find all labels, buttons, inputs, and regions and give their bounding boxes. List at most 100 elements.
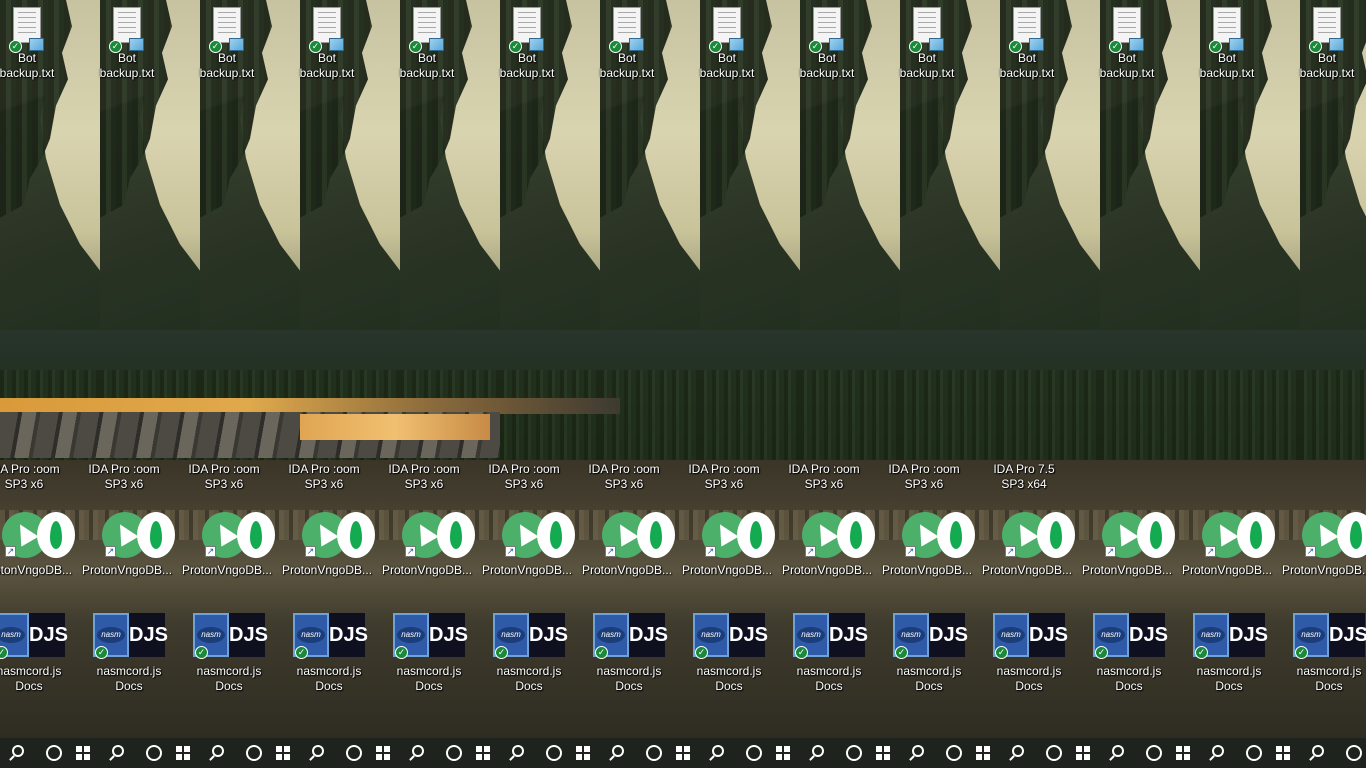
start-button[interactable] bbox=[969, 738, 999, 768]
search-button[interactable] bbox=[405, 738, 435, 768]
search-button[interactable] bbox=[1105, 738, 1135, 768]
cortana-button[interactable] bbox=[1139, 738, 1169, 768]
desktop-icon-ida-pro[interactable]: IDA Pro 7.5 SP3 x64 bbox=[976, 462, 1072, 492]
icon-label-wrapper: nasmcord.js Docs bbox=[781, 664, 877, 694]
desktop-icon-nasm-discordjs[interactable]: nasm DJS ✓ bbox=[793, 613, 893, 663]
start-button[interactable] bbox=[69, 738, 99, 768]
search-button[interactable] bbox=[505, 738, 535, 768]
desktop-icon-nasm-discordjs[interactable]: nasm DJS ✓ bbox=[993, 613, 1093, 663]
desktop-icon-protonvpn-mongodb[interactable]: ↗ bbox=[502, 512, 603, 560]
desktop-icon-protonvpn-mongodb[interactable]: ↗ bbox=[2, 512, 103, 560]
cortana-button[interactable] bbox=[639, 738, 669, 768]
desktop-icon-protonvpn-mongodb[interactable]: ↗ bbox=[1102, 512, 1203, 560]
search-button[interactable] bbox=[1005, 738, 1035, 768]
search-button[interactable] bbox=[905, 738, 935, 768]
search-button[interactable] bbox=[305, 738, 335, 768]
cortana-button[interactable] bbox=[239, 738, 269, 768]
desktop-icon-bot-backup[interactable]: ✓ Bot backup.txt bbox=[379, 0, 475, 81]
start-button[interactable] bbox=[1069, 738, 1099, 768]
desktop-icon-bot-backup[interactable]: ✓ Bot backup.txt bbox=[0, 0, 75, 81]
cortana-button[interactable] bbox=[339, 738, 369, 768]
cortana-button[interactable] bbox=[439, 738, 469, 768]
desktop-icon-ida-pro[interactable]: IDA Pro :oom SP3 x6 bbox=[0, 462, 72, 492]
desktop-icon-ida-pro[interactable]: IDA Pro :oom SP3 x6 bbox=[476, 462, 572, 492]
desktop-icon-ida-pro[interactable]: IDA Pro :oom SP3 x6 bbox=[76, 462, 172, 492]
desktop-icon-nasm-discordjs[interactable]: nasm DJS ✓ bbox=[1293, 613, 1366, 663]
desktop-icon-nasm-discordjs[interactable]: nasm DJS ✓ bbox=[693, 613, 793, 663]
icon-label-wrapper: ProtonVngoDB... bbox=[379, 563, 475, 578]
desktop-icon-nasm-discordjs[interactable]: nasm DJS ✓ bbox=[593, 613, 693, 663]
shortcut-arrow-icon: ↗ bbox=[905, 546, 916, 557]
desktop-icon-protonvpn-mongodb[interactable]: ↗ bbox=[402, 512, 503, 560]
icon-label: IDA Pro :oom SP3 x6 bbox=[0, 462, 60, 491]
desktop-icon-nasm-discordjs[interactable]: nasm DJS ✓ bbox=[893, 613, 993, 663]
desktop-icon-protonvpn-mongodb[interactable]: ↗ bbox=[302, 512, 403, 560]
desktop-icon-protonvpn-mongodb[interactable]: ↗ bbox=[102, 512, 203, 560]
desktop-icon-ida-pro[interactable]: IDA Pro :oom SP3 x6 bbox=[876, 462, 972, 492]
desktop-icon-nasm-discordjs[interactable]: nasm DJS ✓ bbox=[293, 613, 393, 663]
desktop-icon-bot-backup[interactable]: ✓ Bot backup.txt bbox=[979, 0, 1075, 81]
desktop-icon-protonvpn-mongodb[interactable]: ↗ bbox=[702, 512, 803, 560]
desktop-icon-bot-backup[interactable]: ✓ Bot backup.txt bbox=[779, 0, 875, 81]
cortana-button[interactable] bbox=[739, 738, 769, 768]
desktop-icon-protonvpn-mongodb[interactable]: ↗ bbox=[1002, 512, 1103, 560]
cortana-button[interactable] bbox=[939, 738, 969, 768]
start-button[interactable] bbox=[269, 738, 299, 768]
search-button[interactable] bbox=[1205, 738, 1235, 768]
start-button[interactable] bbox=[569, 738, 599, 768]
desktop-icon-bot-backup[interactable]: ✓ Bot backup.txt bbox=[279, 0, 375, 81]
desktop-icon-bot-backup[interactable]: ✓ Bot backup.txt bbox=[479, 0, 575, 81]
desktop-icon-nasm-discordjs[interactable]: nasm DJS ✓ bbox=[393, 613, 493, 663]
desktop-icon-bot-backup[interactable]: ✓ Bot backup.txt bbox=[1179, 0, 1275, 81]
cortana-button[interactable] bbox=[1339, 738, 1366, 768]
cortana-button[interactable] bbox=[1039, 738, 1069, 768]
desktop-icon-bot-backup[interactable]: ✓ Bot backup.txt bbox=[79, 0, 175, 81]
desktop-icon-ida-pro[interactable]: IDA Pro :oom SP3 x6 bbox=[376, 462, 472, 492]
desktop-icon-ida-pro[interactable]: IDA Pro :oom SP3 x6 bbox=[576, 462, 672, 492]
windows-icon bbox=[1176, 746, 1190, 760]
desktop-icon-nasm-discordjs[interactable]: nasm DJS ✓ bbox=[1093, 613, 1193, 663]
start-button[interactable] bbox=[469, 738, 499, 768]
search-button[interactable] bbox=[605, 738, 635, 768]
desktop-icon-ida-pro[interactable]: IDA Pro :oom SP3 x6 bbox=[276, 462, 372, 492]
desktop-icon-ida-pro[interactable]: IDA Pro :oom SP3 x6 bbox=[776, 462, 872, 492]
desktop-icon-bot-backup[interactable]: ✓ Bot backup.txt bbox=[179, 0, 275, 81]
desktop-icon-bot-backup[interactable]: ✓ Bot backup.txt bbox=[879, 0, 975, 81]
start-button[interactable] bbox=[769, 738, 799, 768]
start-button[interactable] bbox=[669, 738, 699, 768]
start-button[interactable] bbox=[869, 738, 899, 768]
desktop-icon-nasm-discordjs[interactable]: nasm DJS ✓ bbox=[0, 613, 93, 663]
search-button[interactable] bbox=[5, 738, 35, 768]
desktop[interactable]: ✓Bot backup.txt IDA Pro :oom SP3 x6 ↗ Proto… bbox=[0, 0, 1366, 738]
cortana-button[interactable] bbox=[539, 738, 569, 768]
cortana-button[interactable] bbox=[39, 738, 69, 768]
search-button[interactable] bbox=[205, 738, 235, 768]
search-button[interactable] bbox=[1305, 738, 1335, 768]
start-button[interactable] bbox=[1169, 738, 1199, 768]
desktop-icon-nasm-discordjs[interactable]: nasm DJS ✓ bbox=[193, 613, 293, 663]
search-button[interactable] bbox=[705, 738, 735, 768]
desktop-icon-nasm-discordjs[interactable]: nasm DJS ✓ bbox=[493, 613, 593, 663]
desktop-icon-nasm-discordjs[interactable]: nasm DJS ✓ bbox=[93, 613, 193, 663]
cortana-button[interactable] bbox=[1239, 738, 1269, 768]
desktop-icon-bot-backup[interactable]: ✓ Bot backup.txt bbox=[1079, 0, 1175, 81]
start-button[interactable] bbox=[369, 738, 399, 768]
desktop-icon-bot-backup[interactable]: ✓ Bot backup.txt bbox=[679, 0, 775, 81]
desktop-icon-ida-pro[interactable]: IDA Pro :oom SP3 x6 bbox=[676, 462, 772, 492]
cortana-button[interactable] bbox=[139, 738, 169, 768]
search-button[interactable] bbox=[805, 738, 835, 768]
desktop-icon-protonvpn-mongodb[interactable]: ↗ bbox=[802, 512, 903, 560]
desktop-icon-bot-backup[interactable]: ✓ Bot backup.txt bbox=[1279, 0, 1366, 81]
desktop-icon-protonvpn-mongodb[interactable]: ↗ bbox=[1302, 512, 1366, 560]
desktop-icon-bot-backup[interactable]: ✓ Bot backup.txt bbox=[579, 0, 675, 81]
desktop-icon-protonvpn-mongodb[interactable]: ↗ bbox=[602, 512, 703, 560]
search-button[interactable] bbox=[105, 738, 135, 768]
desktop-icon-protonvpn-mongodb[interactable]: ↗ bbox=[902, 512, 1003, 560]
start-button[interactable] bbox=[169, 738, 199, 768]
desktop-icon-protonvpn-mongodb[interactable]: ↗ bbox=[202, 512, 303, 560]
desktop-icon-nasm-discordjs[interactable]: nasm DJS ✓ bbox=[1193, 613, 1293, 663]
desktop-icon-ida-pro[interactable]: IDA Pro :oom SP3 x6 bbox=[176, 462, 272, 492]
cortana-button[interactable] bbox=[839, 738, 869, 768]
desktop-icon-protonvpn-mongodb[interactable]: ↗ bbox=[1202, 512, 1303, 560]
start-button[interactable] bbox=[1269, 738, 1299, 768]
